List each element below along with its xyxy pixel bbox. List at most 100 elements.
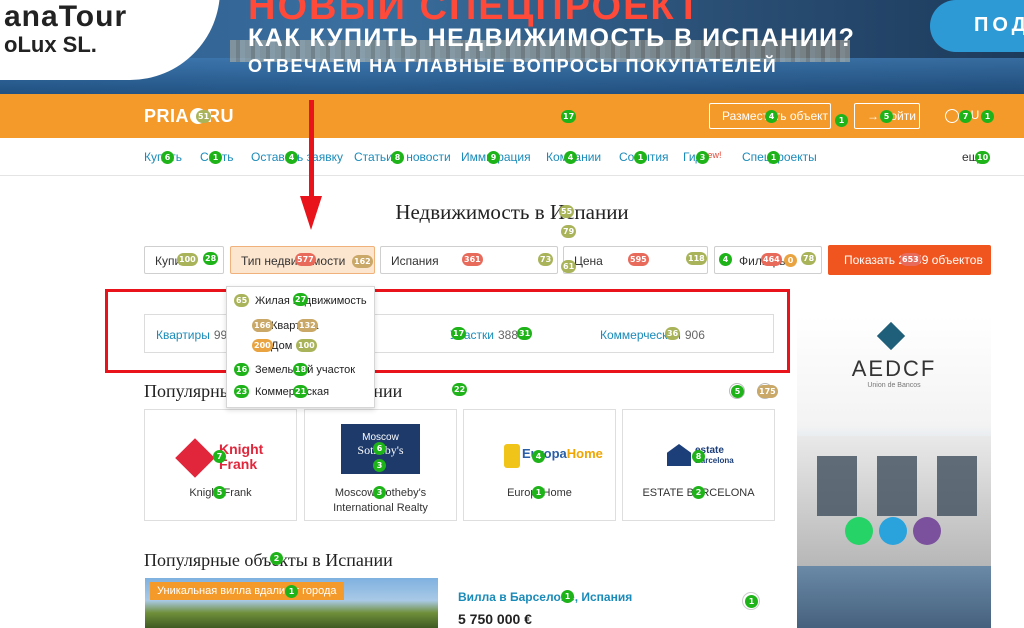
house-window	[937, 456, 977, 516]
annotation-marker: 577	[295, 253, 316, 266]
annotation-marker: 5	[213, 486, 226, 499]
annotation-marker: 1	[981, 110, 994, 123]
annotation-marker: 1	[835, 114, 848, 127]
annotation-marker: 22	[452, 383, 468, 396]
annotation-marker: 5	[731, 385, 744, 398]
annotation-marker: 79	[561, 225, 577, 238]
annotation-marker: 65	[234, 294, 250, 307]
listing-title-link[interactable]: Вилла в Барселоне, Испания	[458, 590, 632, 604]
banner-brand-line1: anaTour	[4, 0, 128, 33]
annotation-marker: 1	[767, 151, 780, 164]
annotation-marker: 51	[196, 110, 212, 123]
annotation-marker: 8	[692, 450, 705, 463]
logo-left-text: PRIA	[144, 106, 190, 126]
annotation-marker: 361	[462, 253, 483, 266]
annotation-marker: 6	[373, 442, 386, 455]
top-ad-banner[interactable]: НОВЫЙ СПЕЦПРОЕКТ КАК КУПИТЬ НЕДВИЖИМОСТЬ…	[0, 0, 1024, 94]
annotation-marker: 166	[252, 319, 273, 332]
globe-icon[interactable]	[945, 109, 959, 123]
annotation-marker: 595	[628, 253, 649, 266]
annotation-marker: 55	[559, 205, 575, 218]
annotation-marker: 7	[213, 450, 226, 463]
price-placeholder: Цена	[574, 254, 603, 268]
aedcf-logo-mark	[876, 321, 906, 351]
annotation-marker: 132	[297, 319, 318, 332]
site-header: PRIARU Разместить объект → Войти RU	[0, 94, 1024, 138]
agency-card[interactable]: Knight Frank Knight Frank	[144, 409, 297, 521]
annotation-marker: 1	[745, 595, 758, 608]
annotation-marker: 2	[692, 486, 705, 499]
annotation-marker: 28	[203, 252, 219, 265]
viber-icon[interactable]	[913, 517, 941, 545]
annotation-highlight-box	[105, 289, 790, 373]
annotation-marker: 9	[487, 151, 500, 164]
agency-card[interactable]: estate Barcelona ESTATE BARCELONA	[622, 409, 775, 521]
annotation-marker: 0	[784, 254, 797, 267]
house-window	[817, 456, 857, 516]
annotation-marker: 10	[975, 151, 991, 164]
annotation-marker: 4	[765, 110, 778, 123]
annotation-marker: 4	[719, 253, 732, 266]
annotation-marker: 16	[234, 363, 250, 376]
annotation-marker: 100	[296, 339, 317, 352]
annotation-marker: 118	[686, 252, 707, 265]
annotation-marker: 1	[285, 585, 298, 598]
banner-subheadline: ОТВЕЧАЕМ НА ГЛАВНЫЕ ВОПРОСЫ ПОКУПАТЕЛЕЙ	[248, 56, 778, 76]
annotation-arrow	[309, 100, 314, 200]
property-type-value: Тип недвижимости	[241, 254, 346, 268]
knight-frank-logo-mark	[175, 438, 215, 478]
annotation-marker: 3	[696, 151, 709, 164]
annotation-marker: 23	[234, 385, 250, 398]
annotation-marker: 1	[561, 590, 574, 603]
banner-headline: КАК КУПИТЬ НЕДВИЖИМОСТЬ В ИСПАНИИ?	[248, 24, 856, 52]
main-nav: Купить Снять Оставить заявку Статьи и но…	[0, 138, 1024, 176]
logo-line-2: Home	[566, 446, 603, 461]
agency-card[interactable]: EuropaHome EuropaHome	[463, 409, 616, 521]
annotation-marker: 4	[285, 151, 298, 164]
listings-section-title: Популярные объекты в Испании	[144, 550, 393, 570]
annotation-marker: 73	[538, 253, 554, 266]
annotation-marker: 464	[761, 253, 782, 266]
annotation-marker: 100	[177, 253, 198, 266]
aedcf-tagline: Union de Bancos	[867, 382, 921, 389]
dropdown-option-house[interactable]: Дом	[271, 340, 292, 352]
banner-brand-line2: oLux SL.	[4, 32, 97, 57]
telegram-icon[interactable]	[879, 517, 907, 545]
logo-line-2: Frank	[219, 456, 258, 472]
site-logo[interactable]: PRIA RU	[144, 106, 234, 127]
annotation-marker: 175	[757, 385, 778, 398]
whatsapp-icon[interactable]	[845, 517, 873, 545]
annotation-marker: 17	[451, 327, 467, 340]
banner-cta-button[interactable]: ПОД	[930, 0, 1024, 52]
annotation-marker: 18	[293, 363, 309, 376]
annotation-marker: 17	[561, 110, 577, 123]
annotation-marker: 7	[959, 110, 972, 123]
estate-barcelona-logo-mark	[667, 444, 691, 466]
page-title: Недвижимость в Испании	[395, 200, 629, 224]
annotation-marker: 1	[532, 486, 545, 499]
side-ad-banner[interactable]: AEDCF Union de Bancos	[797, 316, 991, 628]
annotation-marker: 200	[252, 339, 273, 352]
annotation-marker: 31	[517, 327, 533, 340]
location-value: Испания	[391, 254, 439, 268]
annotation-marker: 4	[564, 151, 577, 164]
annotation-marker: 6	[161, 151, 174, 164]
annotation-marker: 3	[373, 486, 386, 499]
annotation-marker: 653	[900, 253, 921, 266]
annotation-marker: 1	[634, 151, 647, 164]
listing-badge: Уникальная вилла вдали от города	[150, 582, 344, 600]
annotation-marker: 2	[270, 552, 283, 565]
annotation-marker: 61	[561, 260, 577, 273]
house-window	[877, 456, 917, 516]
annotation-arrow-head	[300, 196, 322, 230]
annotation-marker: 27	[293, 293, 309, 306]
europahome-logo-mark	[504, 444, 520, 468]
annotation-marker: 1	[209, 151, 222, 164]
annotation-marker: 4	[532, 450, 545, 463]
dropdown-option-residential[interactable]: Жилая недвижимость	[255, 295, 367, 307]
annotation-marker: 3	[373, 459, 386, 472]
annotation-marker: 21	[293, 385, 309, 398]
logo-right-text: RU	[207, 106, 235, 126]
aedcf-brand: AEDCF	[851, 356, 937, 381]
annotation-marker: 8	[391, 151, 404, 164]
